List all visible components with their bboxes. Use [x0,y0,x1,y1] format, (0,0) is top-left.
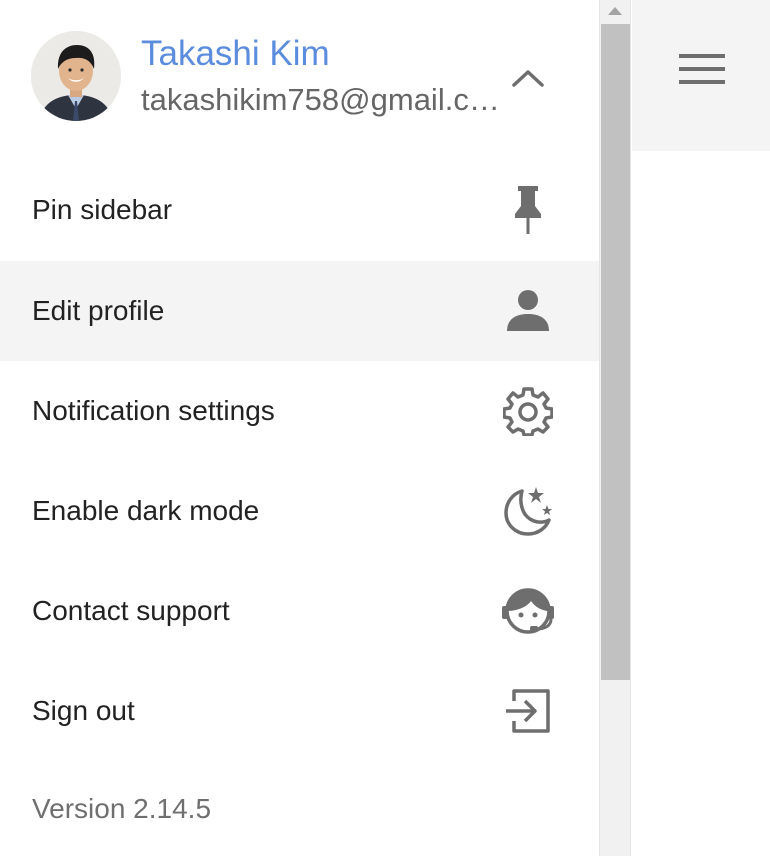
pin-icon [500,182,556,238]
menu-item-label: Enable dark mode [32,495,260,526]
menu-item-sign-out[interactable]: Sign out [0,661,599,761]
hamburger-menu-button[interactable] [676,46,728,94]
menu-item-label: Notification settings [32,395,275,426]
main-content-area [632,151,770,856]
user-email: takashikim758@gmail.com [141,82,501,117]
app-version: Version 2.14.5 [32,793,212,824]
menu-item-label: Sign out [32,695,135,726]
menu-icon [679,54,725,84]
sign-out-icon [500,683,556,739]
menu-item-notification-settings[interactable]: Notification settings [0,361,599,461]
support-agent-icon [500,583,556,639]
gear-icon [500,383,556,439]
menu-item-label: Edit profile [32,295,165,326]
menu-item-enable-dark-mode[interactable]: Enable dark mode [0,461,599,561]
account-sidebar: Takashi Kim takashikim758@gmail.com Pin … [0,0,599,856]
moon-stars-icon [500,483,556,539]
user-avatar [31,31,121,121]
scrollbar-thumb[interactable] [601,24,630,680]
sidebar-scrollbar[interactable] [599,0,631,856]
menu-item-label: Contact support [32,595,230,626]
chevron-up-icon [512,70,544,87]
menu-item-label: Pin sidebar [32,194,173,225]
collapse-menu-button[interactable] [504,54,552,102]
top-bar [632,0,770,151]
user-header: Takashi Kim takashikim758@gmail.com [0,0,599,160]
menu-item-edit-profile[interactable]: Edit profile [0,261,599,361]
menu-item-contact-support[interactable]: Contact support [0,561,599,661]
user-name: Takashi Kim [141,34,330,73]
menu-item-pin-sidebar[interactable]: Pin sidebar [0,160,599,260]
scroll-up-button[interactable] [600,0,630,22]
person-icon [500,283,556,339]
caret-up-icon [608,7,622,15]
